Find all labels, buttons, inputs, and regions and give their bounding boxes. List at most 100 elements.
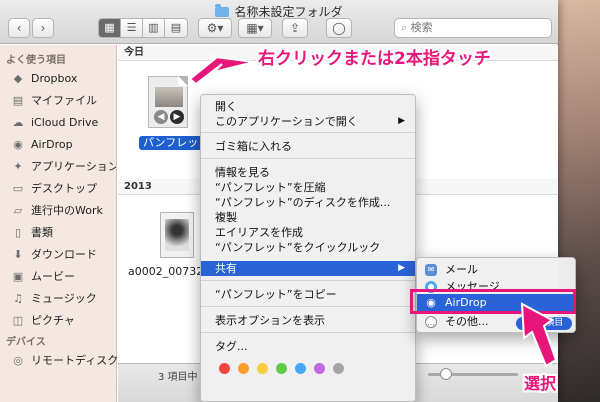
- sidebar-item-desktop[interactable]: ▭ デスクトップ: [0, 178, 116, 200]
- sidebar-favorites-header: よく使う項目: [6, 55, 66, 66]
- share-item-label: その他...: [445, 315, 489, 328]
- menu-separator: [201, 306, 415, 307]
- gear-icon: ⚙▾: [206, 21, 224, 35]
- sidebar-item-downloads[interactable]: ⬇ ダウンロード: [0, 244, 116, 266]
- airdrop-icon: ◉: [13, 138, 23, 151]
- share-button[interactable]: ⇪: [282, 18, 308, 38]
- file-icon-image[interactable]: [160, 212, 194, 258]
- folder-icon: [215, 4, 230, 17]
- sidebar-devices: デバイス ◎ リモートディスク: [0, 327, 117, 372]
- tags-button[interactable]: ◯: [326, 18, 352, 38]
- search-icon: ⌕: [401, 21, 408, 34]
- search-field[interactable]: ⌕: [394, 18, 552, 38]
- share-icon: ⇪: [289, 21, 301, 35]
- tag-red-dot[interactable]: [219, 363, 230, 374]
- sidebar-item-documents[interactable]: ▯ 書類: [0, 222, 116, 244]
- sidebar-item-all-files[interactable]: ▤ マイファイル: [0, 90, 116, 112]
- menu-item-share[interactable]: 共有 ▶: [201, 261, 415, 276]
- menu-item-burn[interactable]: “パンフレット”のディスクを作成...: [201, 195, 415, 210]
- menu-item-make-alias[interactable]: エイリアスを作成: [201, 225, 415, 240]
- menu-label: タグ...: [215, 340, 248, 353]
- tag-purple-dot[interactable]: [314, 363, 325, 374]
- search-input[interactable]: [410, 21, 531, 34]
- folder-icon: ▱: [13, 204, 23, 217]
- sidebar-item-music[interactable]: ♫ ミュージック: [0, 288, 116, 310]
- back-button[interactable]: ‹: [8, 18, 30, 38]
- desktop-background: [555, 0, 600, 402]
- submenu-arrow-icon: ▶: [398, 263, 405, 273]
- movies-icon: ▣: [12, 270, 24, 283]
- slider-thumb[interactable]: [440, 368, 452, 380]
- sidebar-item-icloud[interactable]: ☁ iCloud Drive: [0, 112, 116, 134]
- sidebar-item-airdrop[interactable]: ◉ AirDrop: [0, 134, 116, 156]
- menu-label: “パンフレット”を圧縮: [215, 181, 326, 194]
- menu-item-quick-look[interactable]: “パンフレット”をクイックルック: [201, 240, 415, 255]
- menu-item-get-info[interactable]: 情報を見る: [201, 165, 415, 180]
- menu-item-compress[interactable]: “パンフレット”を圧縮: [201, 180, 415, 195]
- coverflow-view-button[interactable]: ▤: [165, 19, 187, 37]
- airdrop-highlight-box: [410, 289, 576, 314]
- applications-icon: ✦: [13, 160, 23, 173]
- column-view-button[interactable]: ▥: [143, 19, 165, 37]
- file-icon-pamphlet[interactable]: ◀ ▶: [144, 76, 188, 134]
- sidebar-item-label: マイファイル: [31, 94, 97, 107]
- sidebar-item-work[interactable]: ▱ 進行中のWork: [0, 200, 116, 222]
- sidebar-item-label: 進行中のWork: [31, 204, 103, 217]
- sidebar-item-remote-disc[interactable]: ◎ リモートディスク: [0, 350, 117, 372]
- window-title-text: 名称未設定フォルダ: [234, 5, 343, 19]
- download-icon: ⬇: [13, 248, 23, 261]
- menu-label: ゴミ箱に入れる: [215, 140, 292, 153]
- tag-icon: ◯: [332, 21, 346, 35]
- submenu-arrow-icon: ▶: [398, 116, 405, 126]
- sidebar-item-movies[interactable]: ▣ ムービー: [0, 266, 116, 288]
- remote-disc-icon: ◎: [13, 354, 23, 367]
- item-count-badge: 規 1 項目: [516, 317, 572, 330]
- sidebar-devices-header: デバイス: [6, 337, 46, 348]
- forward-button[interactable]: ›: [32, 18, 54, 38]
- annotation-select: 選択: [524, 374, 557, 393]
- menu-separator: [201, 280, 415, 281]
- menu-separator: [201, 132, 415, 133]
- menu-item-tags[interactable]: タグ...: [201, 339, 415, 354]
- menu-label: “パンフレット”をクイックルック: [215, 241, 381, 254]
- menu-item-open-with[interactable]: このアプリケーションで開く ▶: [201, 114, 415, 129]
- share-item-label: メール: [445, 263, 478, 276]
- action-button[interactable]: ⚙▾: [198, 18, 232, 38]
- list-view-button[interactable]: ☰: [121, 19, 143, 37]
- menu-label: 開く: [215, 100, 237, 113]
- arrange-button[interactable]: ▦▾: [238, 18, 272, 38]
- sidebar-item-label: iCloud Drive: [31, 116, 99, 129]
- tag-gray-dot[interactable]: [333, 363, 344, 374]
- music-icon: ♫: [13, 292, 23, 305]
- sidebar: よく使う項目 ◆ Dropbox ▤ マイファイル ☁ iCloud Drive ◉ A…: [0, 45, 117, 402]
- sidebar-item-label: ダウンロード: [31, 248, 97, 261]
- tag-yellow-dot[interactable]: [257, 363, 268, 374]
- sidebar-item-label: リモートディスク: [31, 354, 117, 367]
- menu-label: “パンフレット”をコピー: [215, 288, 337, 301]
- tag-orange-dot[interactable]: [238, 363, 249, 374]
- menu-label: 複製: [215, 211, 237, 224]
- document-thumbnail: [155, 87, 183, 107]
- view-mode-control: ▦ ☰ ▥ ▤: [98, 18, 188, 38]
- menu-separator: [201, 332, 415, 333]
- documents-icon: ▯: [14, 226, 22, 239]
- icon-view-button[interactable]: ▦: [99, 19, 121, 37]
- page-corner: [178, 76, 188, 86]
- menu-item-copy[interactable]: “パンフレット”をコピー: [201, 287, 415, 302]
- sidebar-item-label: Dropbox: [31, 72, 78, 85]
- menu-item-view-options[interactable]: 表示オプションを表示: [201, 313, 415, 328]
- menu-item-duplicate[interactable]: 複製: [201, 210, 415, 225]
- sidebar-item-applications[interactable]: ✦ アプリケーション: [0, 156, 116, 178]
- menu-item-open[interactable]: 開く: [201, 99, 415, 114]
- tag-green-dot[interactable]: [276, 363, 287, 374]
- sidebar-item-dropbox[interactable]: ◆ Dropbox: [0, 68, 116, 90]
- context-menu: 開く このアプリケーションで開く ▶ ゴミ箱に入れる 情報を見る “パンフレット”…: [200, 94, 416, 402]
- menu-item-trash[interactable]: ゴミ箱に入れる: [201, 139, 415, 154]
- image-thumbnail: [165, 219, 189, 251]
- tag-blue-dot[interactable]: [295, 363, 306, 374]
- chevron-left-icon: ‹: [16, 21, 22, 35]
- all-files-icon: ▤: [12, 94, 24, 107]
- file-label-selected[interactable]: パンフレット: [139, 136, 203, 150]
- share-item-mail[interactable]: ✉ メール: [417, 261, 575, 279]
- menu-label: エイリアスを作成: [215, 226, 303, 239]
